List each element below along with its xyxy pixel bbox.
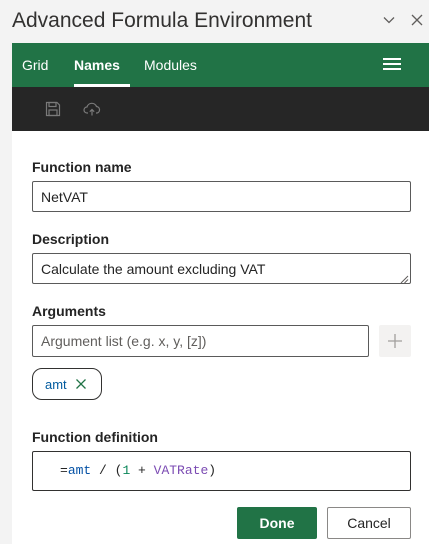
function-name-input[interactable] xyxy=(32,181,411,212)
toolbar xyxy=(12,87,429,131)
close-icon[interactable] xyxy=(405,8,429,32)
names-editor-panel: Function name Description Arguments amt … xyxy=(12,131,429,544)
code-token: VATRate xyxy=(153,463,209,478)
hamburger-menu-icon[interactable] xyxy=(383,58,401,72)
argument-chip[interactable]: amt xyxy=(32,368,102,400)
add-argument-button[interactable] xyxy=(379,325,411,357)
arguments-label: Arguments xyxy=(32,303,106,319)
tab-modules[interactable]: Modules xyxy=(144,57,197,73)
resize-grip-icon[interactable] xyxy=(400,275,409,284)
remove-x-icon[interactable] xyxy=(75,378,87,390)
arguments-input[interactable] xyxy=(32,325,369,357)
window-title: Advanced Formula Environment xyxy=(12,9,312,32)
title-bar: Advanced Formula Environment xyxy=(0,0,429,43)
nav-bar: Grid Names Modules xyxy=(12,43,429,87)
tab-names[interactable]: Names xyxy=(74,57,120,73)
description-input[interactable] xyxy=(32,253,411,284)
function-definition-editor[interactable]: =amt / (1 + VATRate) xyxy=(32,451,411,491)
done-button[interactable]: Done xyxy=(237,507,317,539)
cancel-button[interactable]: Cancel xyxy=(327,507,411,539)
cloud-upload-icon[interactable] xyxy=(83,100,101,118)
argument-chip-label: amt xyxy=(45,376,67,392)
chevron-down-icon[interactable] xyxy=(377,8,401,32)
function-definition-label: Function definition xyxy=(32,429,158,445)
tab-grid[interactable]: Grid xyxy=(22,57,48,73)
code-token: = xyxy=(60,463,68,478)
code-token: + xyxy=(130,463,154,478)
code-token: amt xyxy=(67,463,92,478)
code-token: ) xyxy=(208,463,217,478)
code-token: / ( xyxy=(91,463,123,478)
plus-icon xyxy=(388,334,402,348)
function-name-label: Function name xyxy=(32,159,132,175)
save-icon[interactable] xyxy=(44,100,62,118)
description-label: Description xyxy=(32,231,110,247)
